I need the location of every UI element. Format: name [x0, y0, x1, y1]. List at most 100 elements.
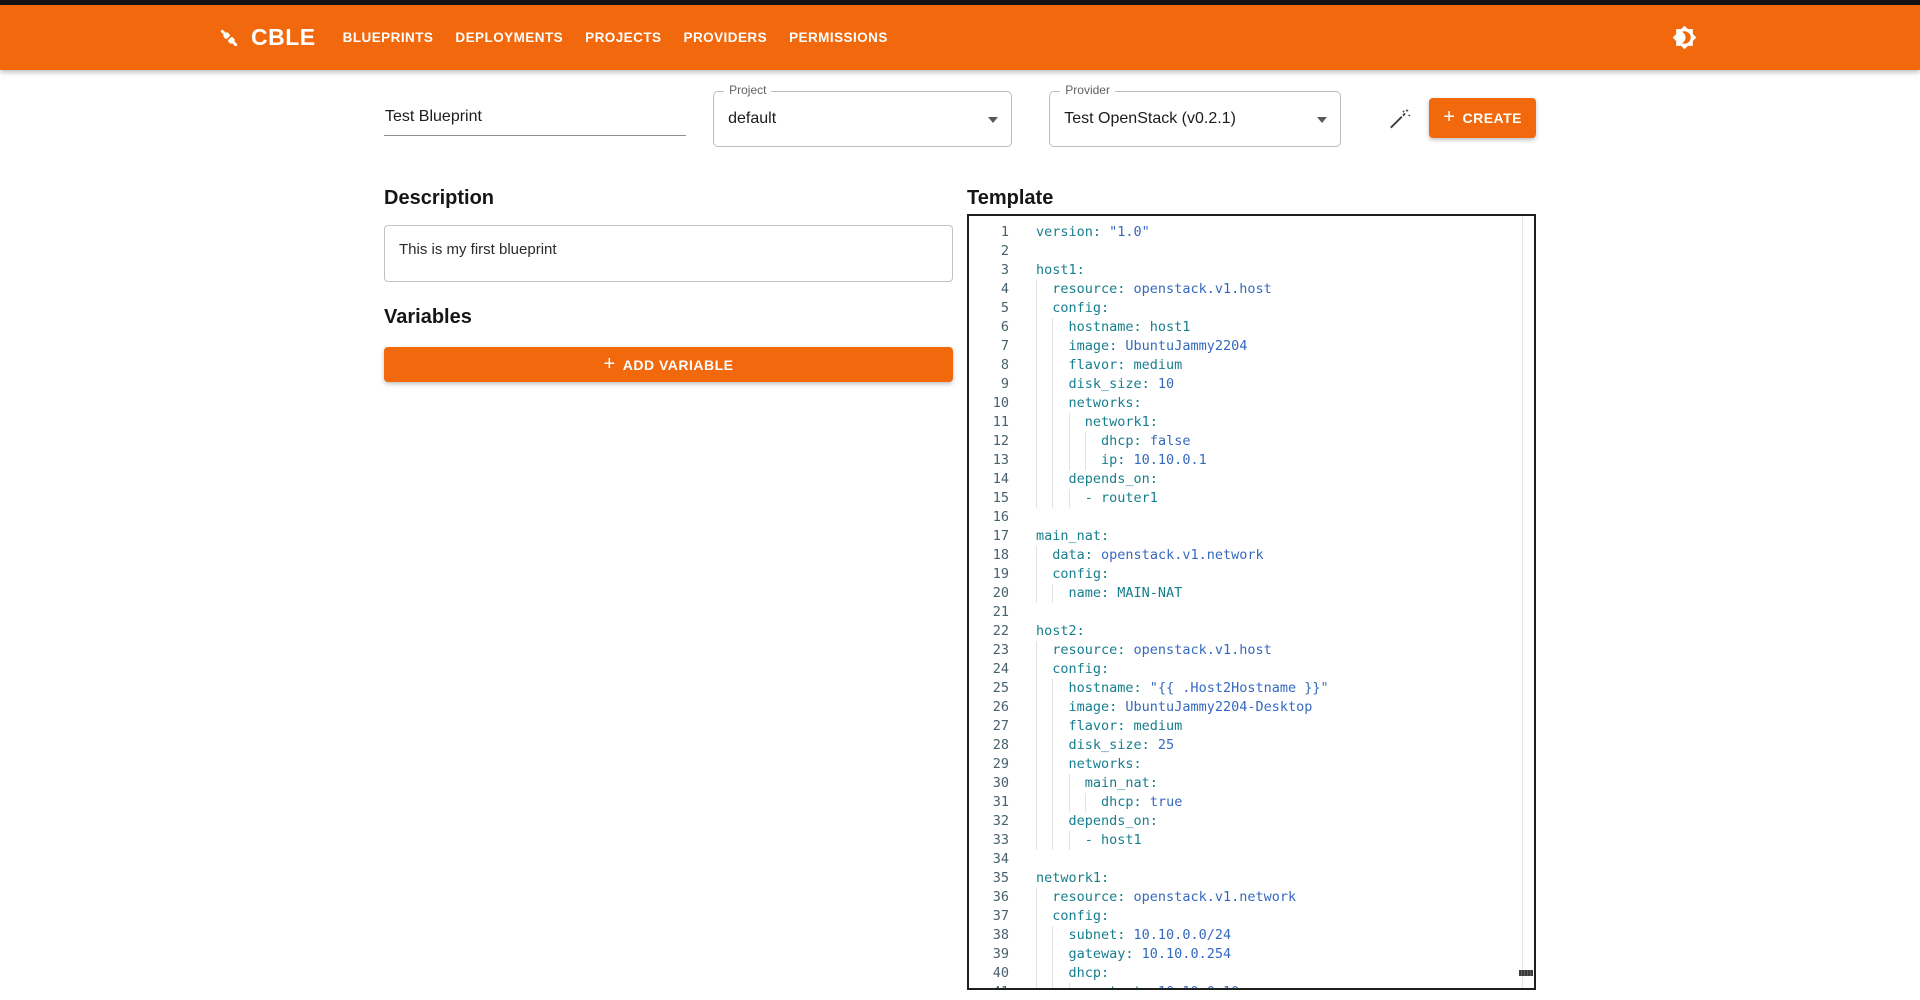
line-number: 20 — [969, 584, 1016, 603]
code-line: hostname: host1 — [1036, 318, 1534, 337]
code-line — [1036, 603, 1534, 622]
code-line: config: — [1036, 660, 1534, 679]
line-number: 17 — [969, 527, 1016, 546]
code-line: depends_on: — [1036, 812, 1534, 831]
code-line: data: openstack.v1.network — [1036, 546, 1534, 565]
code-line: config: — [1036, 907, 1534, 926]
blueprint-toolbar: Project default Provider Test OpenStack … — [384, 90, 1536, 147]
line-number: 18 — [969, 546, 1016, 565]
line-number: 5 — [969, 299, 1016, 318]
provider-select[interactable]: Provider Test OpenStack (v0.2.1) — [1049, 91, 1341, 147]
line-number: 25 — [969, 679, 1016, 698]
code-line: dhcp: false — [1036, 432, 1534, 451]
brand-name: CBLE — [251, 24, 316, 51]
chevron-down-icon — [988, 117, 998, 123]
line-number: 36 — [969, 888, 1016, 907]
line-number: 6 — [969, 318, 1016, 337]
line-number: 14 — [969, 470, 1016, 489]
theme-toggle-button[interactable] — [1664, 18, 1704, 58]
code-line — [1036, 242, 1534, 261]
code-line: hostname: "{{ .Host2Hostname }}" — [1036, 679, 1534, 698]
auto-generate-button[interactable] — [1379, 98, 1419, 138]
nav-item-deployments[interactable]: DEPLOYMENTS — [444, 20, 574, 55]
line-number: 3 — [969, 261, 1016, 280]
add-variable-button[interactable]: + ADD VARIABLE — [384, 347, 953, 382]
editor-gutter: 1234567891011121314151617181920212223242… — [969, 216, 1016, 988]
code-line: - start: 10.10.0.10 — [1036, 983, 1534, 990]
blueprint-name-input[interactable] — [384, 104, 686, 136]
code-line: depends_on: — [1036, 470, 1534, 489]
provider-select-value: Test OpenStack (v0.2.1) — [1050, 92, 1340, 146]
line-number: 24 — [969, 660, 1016, 679]
plus-icon: + — [1443, 107, 1455, 127]
code-line — [1036, 850, 1534, 869]
code-line: config: — [1036, 299, 1534, 318]
code-line: networks: — [1036, 394, 1534, 413]
line-number: 31 — [969, 793, 1016, 812]
code-line: network1: — [1036, 413, 1534, 432]
code-line: version: "1.0" — [1036, 223, 1534, 242]
line-number: 35 — [969, 869, 1016, 888]
line-number: 8 — [969, 356, 1016, 375]
line-number: 29 — [969, 755, 1016, 774]
project-select[interactable]: Project default — [713, 91, 1012, 147]
provider-select-label: Provider — [1060, 83, 1115, 97]
line-number: 2 — [969, 242, 1016, 261]
template-code-editor[interactable]: 1234567891011121314151617181920212223242… — [967, 214, 1536, 990]
code-line: main_nat: — [1036, 527, 1534, 546]
code-line: resource: openstack.v1.host — [1036, 280, 1534, 299]
create-button-label: CREATE — [1462, 110, 1522, 126]
line-number: 32 — [969, 812, 1016, 831]
chevron-down-icon — [1317, 117, 1327, 123]
line-number: 19 — [969, 565, 1016, 584]
create-button[interactable]: + CREATE — [1429, 98, 1536, 138]
code-line: host2: — [1036, 622, 1534, 641]
brand[interactable]: CBLE — [216, 24, 316, 51]
code-line: flavor: medium — [1036, 717, 1534, 736]
line-number: 10 — [969, 394, 1016, 413]
app-header: CBLE BLUEPRINTSDEPLOYMENTSPROJECTSPROVID… — [0, 5, 1920, 70]
line-number: 11 — [969, 413, 1016, 432]
line-number: 30 — [969, 774, 1016, 793]
line-number: 1 — [969, 223, 1016, 242]
code-line: name: MAIN-NAT — [1036, 584, 1534, 603]
code-line: dhcp: — [1036, 964, 1534, 983]
page-content: Project default Provider Test OpenStack … — [360, 70, 1560, 990]
nav-item-blueprints[interactable]: BLUEPRINTS — [332, 20, 445, 55]
code-line: ip: 10.10.0.1 — [1036, 451, 1534, 470]
editor-scrollbar[interactable] — [1522, 216, 1534, 988]
line-number: 22 — [969, 622, 1016, 641]
code-line: dhcp: true — [1036, 793, 1534, 812]
line-number: 16 — [969, 508, 1016, 527]
add-variable-label: ADD VARIABLE — [623, 357, 734, 373]
project-select-value: default — [714, 92, 1011, 146]
code-line: disk_size: 25 — [1036, 736, 1534, 755]
line-number: 41 — [969, 983, 1016, 990]
line-number: 38 — [969, 926, 1016, 945]
project-select-label: Project — [724, 83, 771, 97]
code-line: resource: openstack.v1.network — [1036, 888, 1534, 907]
line-number: 13 — [969, 451, 1016, 470]
description-input[interactable]: This is my first blueprint — [384, 225, 953, 282]
magic-wand-icon — [1387, 106, 1412, 131]
nav-item-providers[interactable]: PROVIDERS — [672, 20, 778, 55]
line-number: 34 — [969, 850, 1016, 869]
code-line: main_nat: — [1036, 774, 1534, 793]
line-number: 40 — [969, 964, 1016, 983]
left-column: Description This is my first blueprint V… — [384, 186, 953, 990]
brightness-icon — [1672, 25, 1697, 50]
scrollbar-thumb[interactable] — [1519, 970, 1533, 976]
line-number: 12 — [969, 432, 1016, 451]
code-line: flavor: medium — [1036, 356, 1534, 375]
code-line: - host1 — [1036, 831, 1534, 850]
line-number: 9 — [969, 375, 1016, 394]
line-number: 26 — [969, 698, 1016, 717]
nav-item-permissions[interactable]: PERMISSIONS — [778, 20, 899, 55]
nav-item-projects[interactable]: PROJECTS — [574, 20, 672, 55]
variables-heading: Variables — [384, 305, 953, 329]
code-line: resource: openstack.v1.host — [1036, 641, 1534, 660]
line-number: 27 — [969, 717, 1016, 736]
template-heading: Template — [967, 186, 1536, 210]
code-line: image: UbuntuJammy2204-Desktop — [1036, 698, 1534, 717]
plus-icon: + — [604, 354, 616, 374]
